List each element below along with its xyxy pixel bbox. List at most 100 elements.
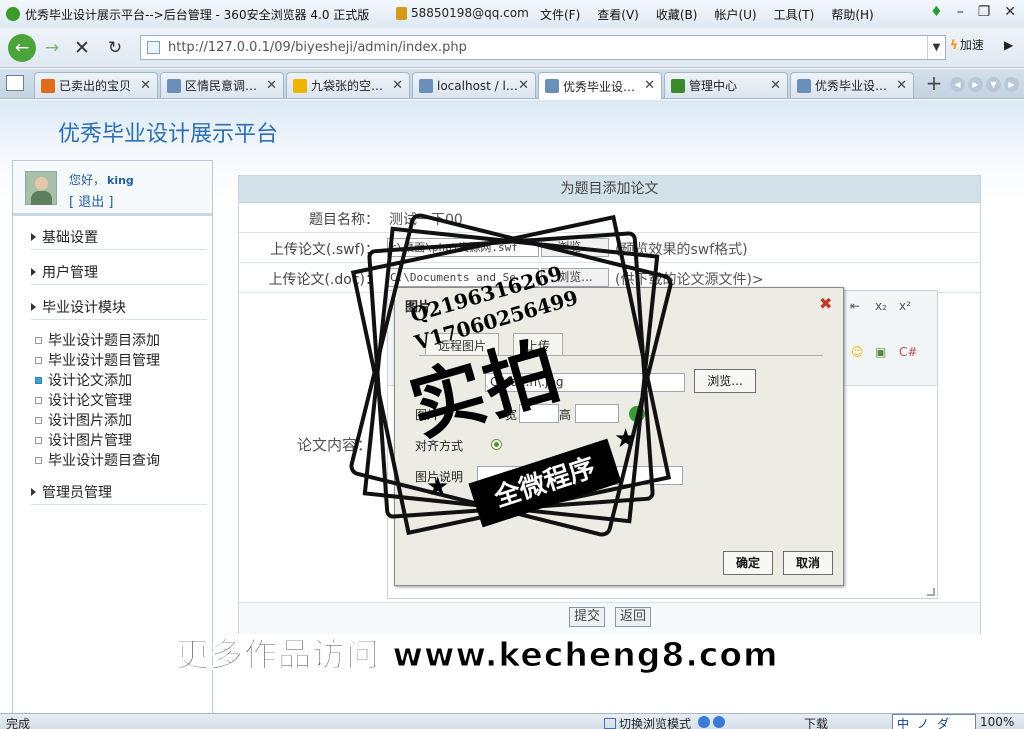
- tab-current-admin[interactable]: 优秀毕业设… ✕: [538, 72, 662, 99]
- image-icon[interactable]: ▣: [875, 345, 886, 359]
- skin-icon[interactable]: ♦: [930, 4, 943, 20]
- tab-close-icon[interactable]: ✕: [644, 78, 655, 93]
- logout-link[interactable]: [ 退出 ]: [69, 191, 113, 210]
- doc-browse-button[interactable]: 浏览...: [541, 268, 609, 287]
- tab-close-icon[interactable]: ✕: [140, 78, 151, 93]
- nav-item-label: 设计论文添加: [48, 373, 132, 389]
- new-tab-icon[interactable]: +: [924, 73, 944, 93]
- reset-size-icon[interactable]: [629, 406, 645, 422]
- code-icon[interactable]: C#: [899, 345, 917, 359]
- browser-mode-icon: [604, 718, 616, 729]
- menu-account[interactable]: 帐户(U): [714, 6, 756, 23]
- tab-more-icon[interactable]: ▶: [1004, 77, 1019, 92]
- outdent-icon[interactable]: ⇤: [850, 299, 860, 313]
- close-icon[interactable]: ✖: [819, 296, 833, 312]
- minimize-icon[interactable]: –: [957, 4, 964, 20]
- menu-help[interactable]: 帮助(H): [831, 6, 873, 23]
- resize-handle-icon[interactable]: [927, 588, 935, 596]
- restore-icon[interactable]: ❐: [978, 4, 991, 20]
- account-email[interactable]: 58850198@qq.com: [411, 6, 529, 20]
- nav-section-user-management[interactable]: 用户管理: [31, 262, 98, 282]
- tab-close-icon[interactable]: ✕: [518, 78, 529, 93]
- bullet-icon: [35, 456, 42, 464]
- swf-file-input[interactable]: r\桌面\php\资源网.swf: [387, 238, 539, 257]
- nav-item-topic-search[interactable]: 毕业设计题目查询: [35, 450, 160, 470]
- address-url[interactable]: http://127.0.0.1/09/biyesheji/admin/inde…: [168, 40, 467, 55]
- close-window-icon[interactable]: ✕: [1004, 4, 1016, 20]
- nav-item-image-add[interactable]: 设计图片添加: [35, 410, 132, 430]
- content-label: 论文内容：: [296, 436, 372, 454]
- menu-view[interactable]: 查看(V): [597, 6, 639, 23]
- tab-localhost[interactable]: localhost / l… ✕: [412, 72, 536, 98]
- tab-list-icon[interactable]: ▼: [986, 77, 1001, 92]
- tab-public-opinion[interactable]: 区情民意调… ✕: [160, 72, 284, 98]
- account-indicator[interactable]: 58850198@qq.com: [396, 6, 529, 20]
- menu-file[interactable]: 文件(F): [540, 6, 580, 23]
- ok-button[interactable]: 确定: [723, 551, 773, 575]
- zoom-level[interactable]: 100%: [980, 715, 1014, 729]
- tab-sold-items[interactable]: 已卖出的宝贝 ✕: [34, 72, 158, 98]
- caret-right-icon: [31, 268, 36, 276]
- tab-close-icon[interactable]: ✕: [896, 78, 907, 93]
- address-bar[interactable]: http://127.0.0.1/09/biyesheji/admin/inde…: [140, 35, 946, 60]
- nav-item-paper-manage[interactable]: 设计论文管理: [35, 390, 132, 410]
- tab-scroll-right-icon[interactable]: ▶: [968, 77, 983, 92]
- nav-section-admin-management[interactable]: 管理员管理: [31, 482, 112, 502]
- more-arrow-icon[interactable]: ▶: [1004, 38, 1013, 52]
- nav-item-paper-add[interactable]: 设计论文添加: [35, 370, 132, 390]
- ime-moon-icon[interactable]: ノ: [917, 715, 929, 729]
- tab-admin-2[interactable]: 优秀毕业设… ✕: [790, 72, 914, 98]
- nav-item-topic-manage[interactable]: 毕业设计题目管理: [35, 350, 160, 370]
- nav-section-graduation-module[interactable]: 毕业设计模块: [31, 297, 126, 317]
- superscript-icon[interactable]: x²: [899, 299, 911, 313]
- tab-bar: 已卖出的宝贝 ✕ 区情民意调… ✕ 九袋张的空… ✕ localhost / l…: [0, 69, 1024, 99]
- emoticon-icon[interactable]: ☺: [851, 345, 864, 359]
- refresh-button[interactable]: ↻: [101, 34, 129, 62]
- tab-close-icon[interactable]: ✕: [770, 78, 781, 93]
- height-input[interactable]: [575, 404, 619, 423]
- nav-item-topic-add[interactable]: 毕业设计题目添加: [35, 330, 160, 350]
- tab-qzone[interactable]: 九袋张的空… ✕: [286, 72, 410, 98]
- width-label: 宽: [505, 408, 518, 422]
- nav-item-image-manage[interactable]: 设计图片管理: [35, 430, 132, 450]
- menu-favorites[interactable]: 收藏(B): [656, 6, 698, 23]
- submit-button[interactable]: 提交: [569, 607, 606, 627]
- swf-label: 上传论文(.swf)：: [269, 242, 379, 258]
- tab-admin-center[interactable]: 管理中心 ✕: [664, 72, 788, 98]
- doc-file-input[interactable]: C:\Documents and Se: [387, 268, 539, 287]
- nav-section-basic-settings[interactable]: 基础设置: [31, 227, 98, 247]
- watermark-site-text: 更多作品访问 www.kecheng8.com: [175, 635, 779, 675]
- speed-up-button[interactable]: ϟ 加速: [950, 36, 984, 53]
- image-browse-button[interactable]: 浏览...: [694, 369, 756, 393]
- subscript-icon[interactable]: x₂: [875, 299, 887, 313]
- tab-upload[interactable]: 上传: [513, 333, 564, 356]
- ie-icon[interactable]: [698, 716, 710, 728]
- align-default-radio[interactable]: [491, 439, 502, 450]
- cancel-button[interactable]: 取消: [783, 551, 833, 575]
- image-file-input[interactable]: C:\fa...n\.jpg: [485, 373, 685, 392]
- address-dropdown-icon[interactable]: ▼: [927, 36, 945, 59]
- back-link-button[interactable]: 返回: [615, 607, 652, 627]
- forward-button[interactable]: →: [38, 34, 66, 62]
- stop-button[interactable]: ✕: [68, 34, 96, 62]
- ime-toolbar[interactable]: 中 ノ ダ: [892, 714, 976, 729]
- swf-browse-button[interactable]: 浏览...: [541, 238, 609, 257]
- description-input[interactable]: [477, 466, 683, 485]
- width-input[interactable]: [519, 404, 559, 423]
- tab-remote-image[interactable]: 远程图片: [425, 333, 500, 356]
- tab-favicon-icon: [545, 79, 559, 93]
- site-title: 优秀毕业设计展示平台: [58, 122, 279, 147]
- tab-close-icon[interactable]: ✕: [392, 78, 403, 93]
- nav-item-label: 毕业设计题目查询: [48, 453, 160, 469]
- sidebar-toggle-icon[interactable]: [6, 75, 24, 91]
- ime-punct-icon[interactable]: ダ: [937, 715, 949, 729]
- tab-label: 优秀毕业设…: [563, 79, 636, 94]
- switch-mode-button[interactable]: 切换浏览模式: [604, 715, 691, 729]
- tab-scroll-left-icon[interactable]: ◀: [950, 77, 965, 92]
- back-button[interactable]: ←: [8, 34, 36, 62]
- menu-tools[interactable]: 工具(T): [774, 6, 815, 23]
- ime-chinese-icon[interactable]: 中: [897, 715, 909, 729]
- download-button[interactable]: 下载: [804, 715, 828, 729]
- tab-close-icon[interactable]: ✕: [266, 78, 277, 93]
- safety-icon[interactable]: [713, 716, 725, 728]
